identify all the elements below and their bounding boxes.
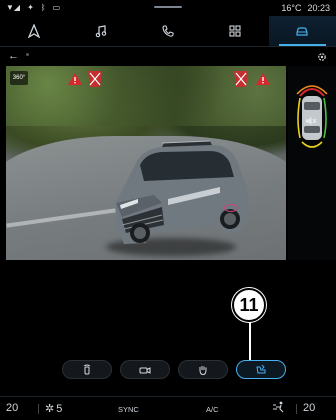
outside-temperature: 16°C xyxy=(281,3,302,13)
notification-handle[interactable] xyxy=(154,6,182,8)
hand-gesture-icon xyxy=(199,365,207,375)
sync-button[interactable]: SYNC xyxy=(118,405,139,414)
warning-icon xyxy=(68,73,82,85)
parking-sensor-panel xyxy=(288,66,336,260)
apps-grid-icon xyxy=(229,25,241,37)
nav-apps[interactable] xyxy=(202,16,269,46)
callout-line xyxy=(249,322,251,360)
nav-phone[interactable] xyxy=(134,16,201,46)
page-indicator-dot xyxy=(26,53,29,56)
signal-icon: ▼◢ xyxy=(6,3,21,12)
vehicle-image xyxy=(116,140,248,244)
fan-speed-control[interactable]: ✲ 5 xyxy=(45,402,63,416)
auto-park-icon xyxy=(256,364,266,373)
top-navigation xyxy=(0,16,336,46)
location-icon: ✦ xyxy=(27,3,34,12)
parking-target-marker xyxy=(224,204,238,212)
gear-icon[interactable] xyxy=(316,51,328,63)
divider xyxy=(296,404,297,414)
navigation-icon xyxy=(27,24,40,38)
obstacle-zone-icon xyxy=(234,71,248,87)
clock: 20:23 xyxy=(307,3,330,13)
camera-360-view[interactable]: 360° xyxy=(6,66,286,260)
hands-free-park-button[interactable] xyxy=(178,360,228,379)
sub-header: ← xyxy=(0,46,336,66)
climate-bar: 20 ✲ 5 SYNC A/C 20 xyxy=(0,396,336,420)
nav-navigation[interactable] xyxy=(0,16,67,46)
callout-marker: 11 xyxy=(232,288,266,322)
driver-temperature[interactable]: 20 xyxy=(6,402,18,414)
message-icon: ▭ xyxy=(52,3,61,12)
parking-sensor-button[interactable] xyxy=(62,360,112,379)
nav-music[interactable] xyxy=(67,16,134,46)
divider xyxy=(38,404,39,414)
auto-park-button[interactable] xyxy=(236,360,286,379)
air-distribution-icon[interactable] xyxy=(272,401,286,413)
camera-controls xyxy=(0,360,336,382)
car-icon xyxy=(296,27,309,36)
sound-mute-icon[interactable] xyxy=(305,116,317,126)
arrow-left-icon: ← xyxy=(8,50,19,62)
music-icon xyxy=(95,25,107,38)
status-bar: ▼◢ ✦ ᛒ ▭ 16°C 20:23 xyxy=(0,0,336,16)
fan-icon: ✲ xyxy=(45,403,55,415)
back-button[interactable]: ← xyxy=(8,50,19,62)
bluetooth-icon: ᛒ xyxy=(40,3,46,12)
view-mode-badge[interactable]: 360° xyxy=(10,71,28,85)
camera-view-button[interactable] xyxy=(120,360,170,379)
fan-level: 5 xyxy=(56,402,63,415)
obstacle-zone-icon xyxy=(88,71,102,87)
phone-icon xyxy=(162,25,174,37)
camera-icon xyxy=(139,366,151,374)
nav-vehicle[interactable] xyxy=(268,16,336,46)
status-icons: ▼◢ ✦ ᛒ ▭ xyxy=(6,3,60,13)
passenger-temperature[interactable]: 20 xyxy=(303,402,315,414)
ac-button[interactable]: A/C xyxy=(206,405,219,414)
parking-sensor-icon xyxy=(83,364,91,374)
warning-icon xyxy=(256,73,270,85)
